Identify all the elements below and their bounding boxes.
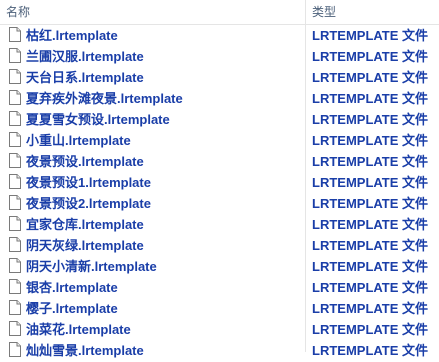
file-type: LRTEMPLATE 文件 bbox=[312, 259, 429, 274]
file-type: LRTEMPLATE 文件 bbox=[312, 133, 429, 148]
file-type: LRTEMPLATE 文件 bbox=[312, 91, 429, 106]
file-icon bbox=[9, 342, 21, 357]
file-name[interactable]: 油菜花.lrtemplate bbox=[26, 319, 131, 340]
file-type: LRTEMPLATE 文件 bbox=[312, 343, 429, 358]
file-icon bbox=[9, 90, 21, 105]
file-type: LRTEMPLATE 文件 bbox=[312, 175, 429, 190]
file-name[interactable]: 小重山.lrtemplate bbox=[26, 130, 131, 151]
file-row[interactable]: 宜家仓库.lrtemplate LRTEMPLATE 文件 bbox=[0, 214, 439, 235]
file-name[interactable]: 银杏.lrtemplate bbox=[26, 277, 118, 298]
file-type: LRTEMPLATE 文件 bbox=[312, 217, 429, 232]
file-type: LRTEMPLATE 文件 bbox=[312, 196, 429, 211]
file-name[interactable]: 宜家仓库.lrtemplate bbox=[26, 214, 144, 235]
file-row[interactable]: 灿灿雪景.lrtemplate LRTEMPLATE 文件 bbox=[0, 340, 439, 361]
file-row[interactable]: 樱子.lrtemplate LRTEMPLATE 文件 bbox=[0, 298, 439, 319]
file-name[interactable]: 阴天小清新.lrtemplate bbox=[26, 256, 157, 277]
file-name[interactable]: 灿灿雪景.lrtemplate bbox=[26, 340, 144, 361]
file-name[interactable]: 阴天灰绿.lrtemplate bbox=[26, 235, 144, 256]
file-icon bbox=[9, 279, 21, 294]
file-name[interactable]: 夜景预设.lrtemplate bbox=[26, 151, 144, 172]
file-row[interactable]: 银杏.lrtemplate LRTEMPLATE 文件 bbox=[0, 277, 439, 298]
file-type: LRTEMPLATE 文件 bbox=[312, 28, 429, 43]
file-name[interactable]: 夏夏雪女预设.lrtemplate bbox=[26, 109, 170, 130]
file-row[interactable]: 兰圃汉服.lrtemplate LRTEMPLATE 文件 bbox=[0, 46, 439, 67]
file-icon bbox=[9, 300, 21, 315]
file-name[interactable]: 兰圃汉服.lrtemplate bbox=[26, 46, 144, 67]
file-type: LRTEMPLATE 文件 bbox=[312, 322, 429, 337]
file-icon bbox=[9, 27, 21, 42]
file-row[interactable]: 小重山.lrtemplate LRTEMPLATE 文件 bbox=[0, 130, 439, 151]
file-icon bbox=[9, 111, 21, 126]
file-row[interactable]: 夜景预设2.lrtemplate LRTEMPLATE 文件 bbox=[0, 193, 439, 214]
file-name[interactable]: 夜景预设1.lrtemplate bbox=[26, 172, 151, 193]
file-row[interactable]: 枯红.lrtemplate LRTEMPLATE 文件 bbox=[0, 25, 439, 46]
file-type: LRTEMPLATE 文件 bbox=[312, 238, 429, 253]
column-header-name[interactable]: 名称 bbox=[6, 0, 296, 24]
file-row[interactable]: 夜景预设1.lrtemplate LRTEMPLATE 文件 bbox=[0, 172, 439, 193]
file-name[interactable]: 夏弃疾外滩夜景.lrtemplate bbox=[26, 88, 183, 109]
file-name[interactable]: 夜景预设2.lrtemplate bbox=[26, 193, 151, 214]
file-type: LRTEMPLATE 文件 bbox=[312, 70, 429, 85]
file-icon bbox=[9, 153, 21, 168]
file-row[interactable]: 阴天灰绿.lrtemplate LRTEMPLATE 文件 bbox=[0, 235, 439, 256]
file-row[interactable]: 油菜花.lrtemplate LRTEMPLATE 文件 bbox=[0, 319, 439, 340]
file-row[interactable]: 夜景预设.lrtemplate LRTEMPLATE 文件 bbox=[0, 151, 439, 172]
file-type: LRTEMPLATE 文件 bbox=[312, 154, 429, 169]
file-list: 枯红.lrtemplate LRTEMPLATE 文件 兰圃汉服.lrtemplat… bbox=[0, 25, 439, 361]
file-icon bbox=[9, 174, 21, 189]
file-row[interactable]: 夏夏雪女预设.lrtemplate LRTEMPLATE 文件 bbox=[0, 109, 439, 130]
file-type: LRTEMPLATE 文件 bbox=[312, 49, 429, 64]
file-name[interactable]: 天台日系.lrtemplate bbox=[26, 67, 144, 88]
file-row[interactable]: 天台日系.lrtemplate LRTEMPLATE 文件 bbox=[0, 67, 439, 88]
file-row[interactable]: 阴天小清新.lrtemplate LRTEMPLATE 文件 bbox=[0, 256, 439, 277]
file-name[interactable]: 枯红.lrtemplate bbox=[26, 25, 118, 46]
file-type: LRTEMPLATE 文件 bbox=[312, 301, 429, 316]
file-icon bbox=[9, 48, 21, 63]
file-icon bbox=[9, 216, 21, 231]
column-header-bar: 名称 类型 bbox=[0, 0, 439, 25]
column-header-type[interactable]: 类型 bbox=[312, 0, 439, 24]
file-icon bbox=[9, 258, 21, 273]
file-row[interactable]: 夏弃疾外滩夜景.lrtemplate LRTEMPLATE 文件 bbox=[0, 88, 439, 109]
file-type: LRTEMPLATE 文件 bbox=[312, 112, 429, 127]
file-icon bbox=[9, 195, 21, 210]
file-type: LRTEMPLATE 文件 bbox=[312, 280, 429, 295]
file-icon bbox=[9, 321, 21, 336]
file-icon bbox=[9, 237, 21, 252]
file-icon bbox=[9, 132, 21, 147]
file-name[interactable]: 樱子.lrtemplate bbox=[26, 298, 118, 319]
file-icon bbox=[9, 69, 21, 84]
